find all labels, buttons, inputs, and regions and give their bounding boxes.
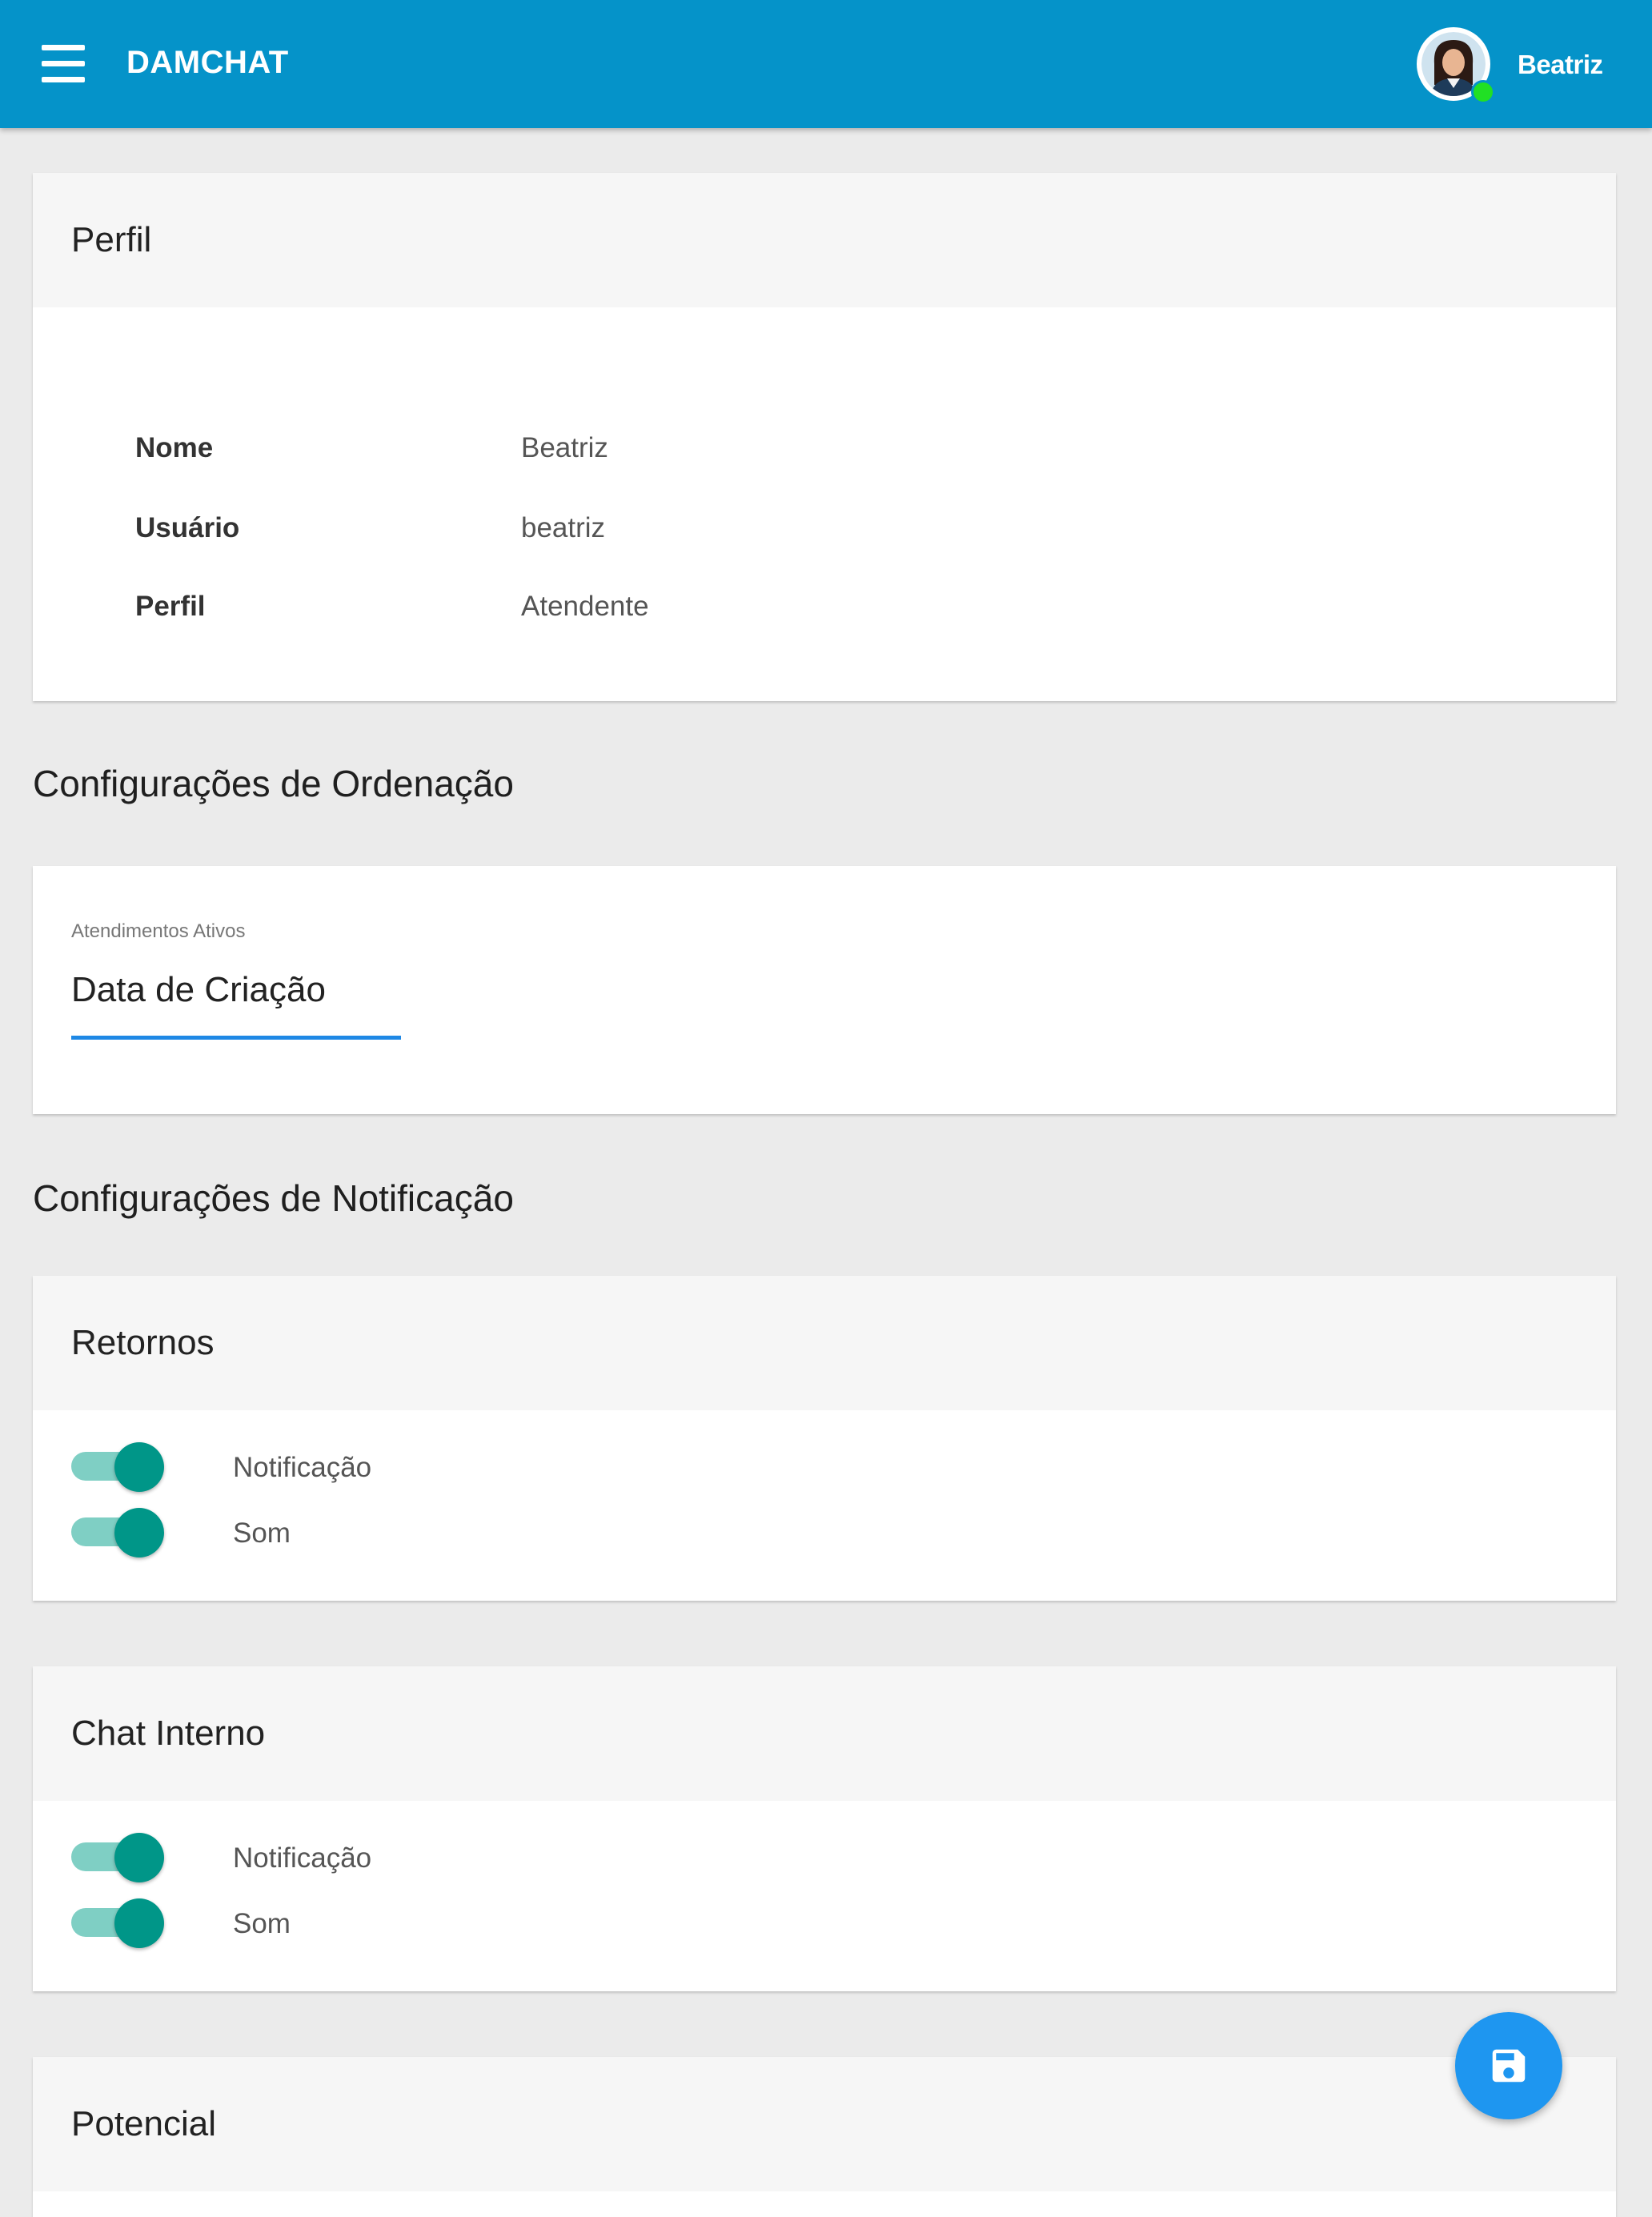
potencial-card: Potencial [33, 2057, 1616, 2217]
retornos-sound-switch[interactable] [71, 1508, 167, 1558]
toggle-label: Notificação [233, 1842, 372, 1874]
sorting-section-title: Configurações de Ordenação [33, 763, 514, 804]
sort-select-underline [71, 1036, 401, 1040]
profile-label: Nome [135, 432, 214, 463]
notifications-section-title: Configurações de Notificação [33, 1177, 514, 1219]
retornos-card: Retornos Notificação Som [33, 1276, 1616, 1601]
retornos-notification-switch[interactable] [71, 1442, 167, 1492]
profile-label: Perfil [135, 591, 206, 622]
chat-interno-notification-switch[interactable] [71, 1833, 167, 1882]
toggle-label: Som [233, 1517, 291, 1549]
chat-interno-card-header: Chat Interno [33, 1666, 1616, 1801]
profile-card: Perfil Nome Beatriz Usuário beatriz Perf… [33, 173, 1616, 701]
profile-value: Beatriz [521, 432, 608, 463]
profile-value: beatriz [521, 512, 606, 543]
menu-icon[interactable] [42, 45, 85, 83]
user-name: Beatriz [1518, 50, 1603, 79]
chat-interno-sound-switch[interactable] [71, 1898, 167, 1948]
sort-field-label: Atendimentos Ativos [71, 920, 246, 942]
user-avatar[interactable] [1417, 27, 1495, 104]
profile-card-header: Perfil [33, 173, 1616, 307]
online-status-dot [1471, 80, 1495, 104]
sorting-card: Atendimentos Ativos Data de Criação [33, 866, 1616, 1114]
profile-details: Nome Beatriz Usuário beatriz Perfil Aten… [33, 307, 1616, 701]
potencial-card-header: Potencial [33, 2057, 1616, 2191]
save-button[interactable] [1455, 2012, 1562, 2119]
profile-label: Usuário [135, 512, 240, 543]
app-bar: DAMCHAT Beatriz [0, 0, 1652, 128]
save-icon [1492, 2049, 1526, 2083]
retornos-card-header: Retornos [33, 1276, 1616, 1410]
toggle-label: Som [233, 1908, 291, 1939]
profile-value: Atendente [521, 591, 649, 622]
app-title: DAMCHAT [126, 45, 289, 80]
sort-select[interactable]: Data de Criação [71, 970, 401, 1020]
toggle-label: Notificação [233, 1452, 372, 1483]
chat-interno-card: Chat Interno Notificação Som [33, 1666, 1616, 1991]
